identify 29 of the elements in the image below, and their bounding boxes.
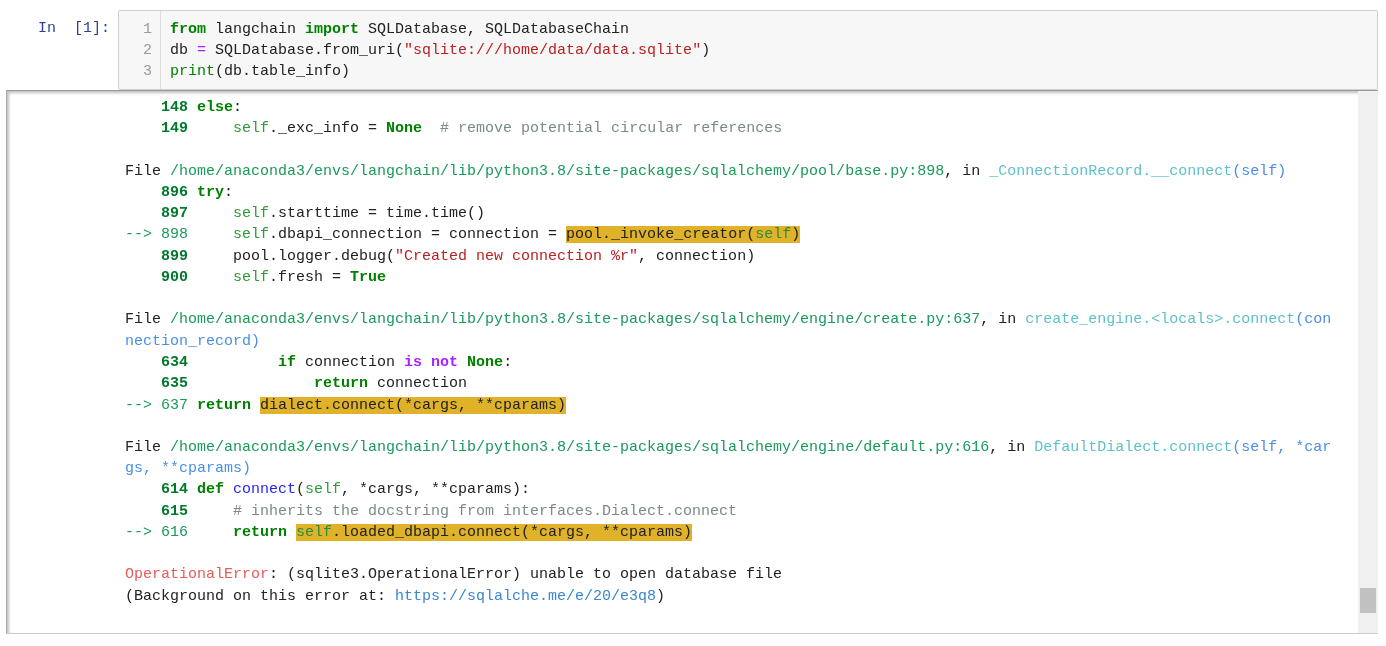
traceback-line: --> 637 return dialect.connect(*cargs, **cparams) xyxy=(125,395,568,416)
traceback-line: File /home/anaconda3/envs/langchain/lib/python3.8/site-packages/sqlalchemy/engine/default.py:616, in DefaultDialect.connect(self, *cargs, **cparams) xyxy=(125,437,1333,480)
traceback-line: File /home/anaconda3/envs/langchain/lib/python3.8/site-packages/sqlalchemy/pool/base.py:898, in _ConnectionRecord.__connect(self) xyxy=(125,161,1288,182)
traceback-line: 634 if connection is not None: xyxy=(160,352,514,373)
error-link[interactable]: https://sqlalche.me/e/20/e3q8 xyxy=(395,587,657,605)
line-number: 3 xyxy=(143,62,152,82)
line-number: 1 xyxy=(143,20,152,40)
code-cell[interactable]: 1 2 3 from langchain import SQLDatabase, SQLDatabaseChain db = SQLDatabase.from_uri("sqlite:///home/data/data.sqlite") print(db.table_info) xyxy=(118,10,1378,90)
traceback-line: 635 return connection xyxy=(160,374,469,395)
traceback-line: File /home/anaconda3/envs/langchain/lib/python3.8/site-packages/sqlalchemy/engine/create.py:637, in create_engine.<locals>.connect(connection_record) xyxy=(125,310,1333,352)
code-line: from langchain import SQLDatabase, SQLDatabaseChain xyxy=(170,20,631,40)
traceback-line: 148 else: xyxy=(160,98,244,118)
traceback-line: (Background on this error at: https://sqlalche.me/e/20/e3q8) xyxy=(125,586,667,607)
traceback-line: --> 898 self.dbapi_connection = connection = pool._invoke_creator(self) xyxy=(125,225,802,246)
code-line: print(db.table_info) xyxy=(170,62,352,82)
line-number: 2 xyxy=(143,41,152,61)
scrollbar-thumb[interactable] xyxy=(1360,588,1376,613)
traceback-line: --> 616 return self.loaded_dbapi.connect(*cargs, **cparams) xyxy=(125,523,694,544)
traceback-line: 149 self._exc_info = None # remove potential circular references xyxy=(160,119,784,140)
traceback-line: OperationalError: (sqlite3.OperationalError) unable to open database file xyxy=(125,565,784,586)
traceback-line: 900 self.fresh = True xyxy=(160,268,388,289)
traceback-line: 899 pool.logger.debug("Created new connection %r", connection) xyxy=(160,246,757,267)
traceback-line: 615 # inherits the docstring from interfaces.Dialect.connect xyxy=(160,501,739,522)
traceback-line: 614 def connect(self, *cargs, **cparams): xyxy=(160,480,532,501)
scrollbar[interactable] xyxy=(1358,91,1378,633)
cell-prompt: In [1]: xyxy=(37,19,111,37)
traceback-line: 897 self.starttime = time.time() xyxy=(160,204,487,225)
code-line: db = SQLDatabase.from_uri("sqlite:///home/data/data.sqlite") xyxy=(170,41,711,61)
traceback-line: 896 try: xyxy=(160,182,235,203)
